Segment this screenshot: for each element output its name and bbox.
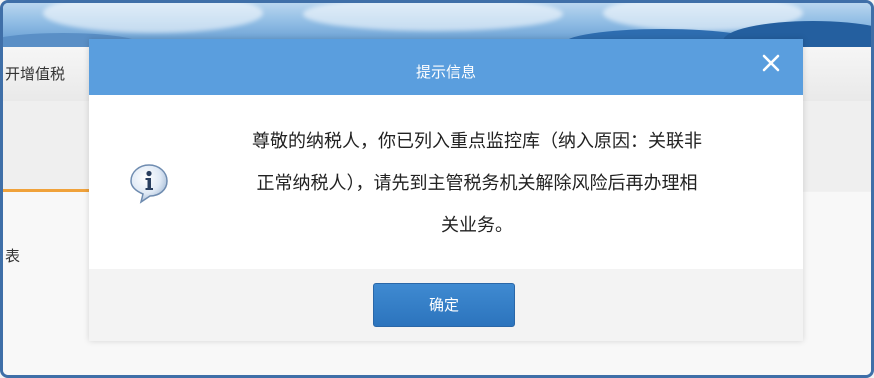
close-icon[interactable] <box>757 49 785 77</box>
message-line: 关业务。 <box>441 215 513 236</box>
dialog-title: 提示信息 <box>415 63 476 81</box>
alert-dialog: 提示信息 尊敬的纳税人，你已列入重点监控库（纳入原因：关联非 正常纳税人），请先… <box>89 39 803 341</box>
background-side-text: 表 <box>5 247 21 265</box>
dialog-footer: 确定 <box>89 269 803 341</box>
dialog-body: 尊敬的纳税人，你已列入重点监控库（纳入原因：关联非 正常纳税人），请先到主管税务… <box>89 95 803 269</box>
info-icon <box>127 161 171 205</box>
confirm-button[interactable]: 确定 <box>373 283 515 327</box>
message-line: 尊敬的纳税人，你已列入重点监控库（纳入原因：关联非 <box>252 131 702 152</box>
screenshot-frame: 开增值税 表 提示信息 尊敬的纳税人，你已列入重点监控库（纳入原因：关联非 正常… <box>0 0 874 378</box>
message-line: 正常纳税人），请先到主管税务机关解除风险后再办理相 <box>256 173 698 194</box>
background-nav-text: 开增值税 <box>5 65 66 83</box>
dialog-message: 尊敬的纳税人，你已列入重点监控库（纳入原因：关联非 正常纳税人），请先到主管税务… <box>197 121 757 247</box>
dialog-header: 提示信息 <box>89 39 803 95</box>
